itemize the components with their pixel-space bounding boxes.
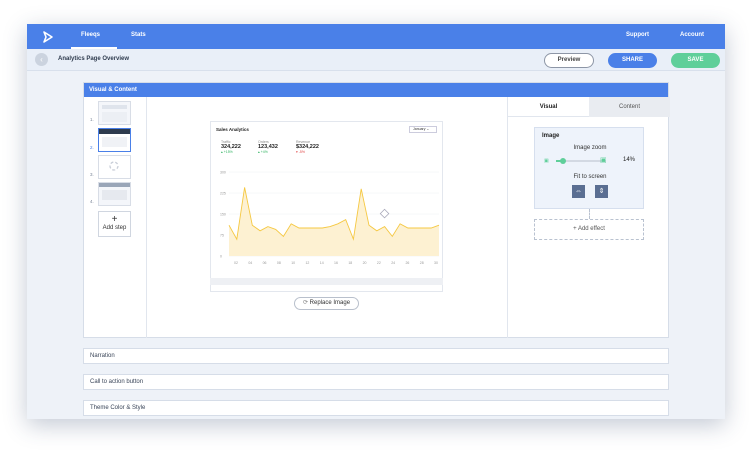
- nav-stats[interactable]: Stats: [131, 32, 146, 38]
- add-step-button[interactable]: + Add step: [98, 211, 131, 237]
- y-tick-label: 75: [220, 234, 224, 238]
- theme-style-field[interactable]: Theme Color & Style: [83, 400, 669, 416]
- step-number: 2.: [90, 145, 94, 150]
- x-tick-label: 10: [291, 261, 295, 265]
- top-nav: Fleeqs Stats Support Account: [27, 24, 725, 49]
- add-effect-button[interactable]: + Add effect: [534, 219, 644, 240]
- replace-image-label: Replace Image: [309, 300, 351, 306]
- x-tick-label: 22: [377, 261, 381, 265]
- metric: Orders 123,432 ▴ +4%: [258, 140, 278, 154]
- save-button[interactable]: SAVE: [671, 53, 720, 68]
- analytics-title: Sales Analytics: [216, 127, 249, 132]
- metric: Revenue $324,222 ▾ -5%: [296, 140, 319, 154]
- hover-marker-icon: [379, 208, 390, 219]
- step-thumbnail[interactable]: [98, 155, 131, 179]
- metric-change: ▴ +15%: [221, 150, 233, 154]
- x-tick-label: 30: [434, 261, 438, 265]
- fit-height-button[interactable]: ⇕: [595, 185, 608, 198]
- image-footer-strip: [210, 278, 443, 285]
- y-tick-label: 225: [220, 192, 226, 196]
- zoom-label: Image zoom: [573, 145, 607, 151]
- properties-panel: Visual Content Image Image zoom ▣ ▣ 14% …: [507, 97, 670, 338]
- y-tick-label: 300: [220, 171, 226, 175]
- sub-toolbar: ‹ Analytics Page Overview Preview SHARE …: [27, 49, 725, 71]
- x-tick-label: 18: [348, 261, 352, 265]
- x-tick-label: 24: [391, 261, 395, 265]
- nav-account[interactable]: Account: [680, 32, 704, 38]
- fit-height-icon: ⇕: [598, 188, 605, 195]
- chart-area: [229, 187, 439, 256]
- x-tick-label: 04: [248, 261, 252, 265]
- page-title: Analytics Page Overview: [58, 56, 130, 62]
- nav-fleeqs[interactable]: Fleeqs: [81, 32, 100, 38]
- metric-change: ▾ -5%: [296, 150, 305, 154]
- replace-image-button[interactable]: ⟳ Replace Image: [294, 297, 359, 310]
- screenshot-image[interactable]: Sales Analytics January ⌄ Traffic 324,22…: [210, 121, 443, 292]
- metric: Traffic 324,222 ▴ +15%: [221, 140, 241, 154]
- image-settings: Image Image zoom ▣ ▣ 14% Fit to screen ⇔…: [534, 127, 644, 209]
- step-number: 1.: [90, 117, 94, 122]
- panel-header: Visual & Content: [84, 83, 668, 97]
- x-tick-label: 26: [405, 261, 409, 265]
- connector-line: [589, 209, 590, 219]
- steps-list: 1. 2. 3. 4. + Add step: [84, 97, 147, 338]
- visual-content-panel: Visual & Content 1. 2. 3. 4. + Add step …: [83, 82, 670, 338]
- fit-width-button[interactable]: ⇔: [572, 185, 585, 198]
- metric-change: ▴ +4%: [258, 150, 268, 154]
- x-tick-label: 20: [363, 261, 367, 265]
- step-thumbnail[interactable]: [98, 101, 131, 125]
- image-heading: Image: [542, 133, 560, 139]
- step-number: 4.: [90, 199, 94, 204]
- tab-visual[interactable]: Visual: [508, 97, 589, 117]
- image-canvas: Sales Analytics January ⌄ Traffic 324,22…: [147, 97, 507, 338]
- sales-chart: 300 225 150 75 0 02 04 06 08 10 12 14 16 18 20 22 24 26 28…: [220, 171, 440, 265]
- x-tick-label: 12: [305, 261, 309, 265]
- fit-width-icon: ⇔: [575, 188, 582, 195]
- cta-button-field[interactable]: Call to action button: [83, 374, 669, 390]
- step-thumbnail[interactable]: [98, 182, 131, 206]
- replace-icon: ⟳: [302, 300, 310, 306]
- back-button[interactable]: ‹: [35, 53, 48, 66]
- y-tick-label: 150: [220, 213, 226, 217]
- add-step-label: Add step: [102, 225, 127, 231]
- chevron-down-icon: ⌄: [425, 127, 430, 131]
- zoom-value: 14%: [623, 157, 636, 163]
- image-large-icon: ▣: [600, 157, 607, 164]
- app-window: Fleeqs Stats Support Account ‹ Analytics…: [27, 24, 725, 419]
- share-button[interactable]: SHARE: [608, 53, 657, 68]
- fit-label: Fit to screen: [573, 174, 607, 180]
- image-small-icon: ▣: [544, 158, 549, 164]
- period-select[interactable]: January ⌄: [409, 126, 437, 133]
- y-tick-label: 0: [220, 255, 222, 259]
- step-number: 3.: [90, 172, 94, 177]
- logo-icon[interactable]: [41, 30, 55, 44]
- x-tick-label: 02: [234, 261, 238, 265]
- x-tick-label: 08: [277, 261, 281, 265]
- narration-field[interactable]: Narration: [83, 348, 669, 364]
- period-value: January: [413, 127, 426, 131]
- nav-support[interactable]: Support: [626, 32, 649, 38]
- tab-content[interactable]: Content: [589, 97, 670, 117]
- x-tick-label: 06: [263, 261, 267, 265]
- loading-icon: [109, 161, 119, 171]
- x-tick-label: 14: [320, 261, 324, 265]
- preview-button[interactable]: Preview: [544, 53, 594, 68]
- plus-icon: +: [111, 214, 118, 225]
- chevron-left-icon: ‹: [40, 55, 43, 64]
- x-tick-label: 16: [334, 261, 338, 265]
- zoom-slider-thumb[interactable]: [560, 158, 566, 164]
- step-thumbnail-active[interactable]: [98, 128, 131, 152]
- zoom-slider[interactable]: [556, 158, 606, 164]
- x-tick-label: 28: [420, 261, 424, 265]
